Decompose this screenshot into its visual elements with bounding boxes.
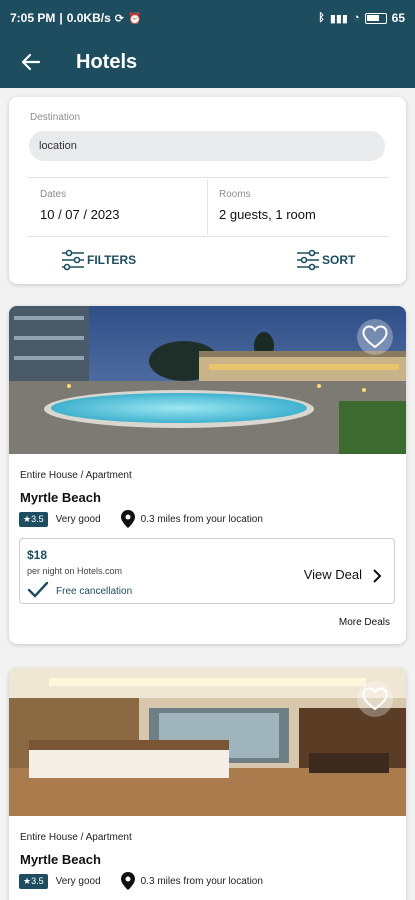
rooms-value: 2 guests, 1 room <box>219 207 316 222</box>
search-card: Destination Dates 10 / 07 / 2023 Rooms 2… <box>9 97 406 284</box>
rating-row: ★3.5 Very good 0.3 miles from your locat… <box>19 510 263 528</box>
destination-label: Destination <box>30 112 81 123</box>
hotel-card[interactable]: Entire House / Apartment Myrtle Beach ★3… <box>9 306 406 644</box>
check-icon <box>27 581 49 598</box>
rating-badge: ★3.5 <box>19 873 48 889</box>
dates-label: Dates <box>40 189 67 200</box>
hotel-name: Myrtle Beach <box>20 852 101 867</box>
divider <box>207 179 208 235</box>
hotel-photo <box>9 306 406 454</box>
hotel-name: Myrtle Beach <box>20 490 101 505</box>
heart-icon <box>362 325 388 349</box>
rating-text: Very good <box>55 875 101 887</box>
sort-button[interactable]: SORT <box>296 249 355 271</box>
rating-badge: ★3.5 <box>19 511 48 527</box>
status-time: 7:05 PM <box>10 11 56 25</box>
deal-box[interactable]: $18 per night on Hotels.com Free cancell… <box>19 538 395 604</box>
price: $18 <box>27 548 48 562</box>
hotel-card[interactable]: Entire House / Apartment Myrtle Beach ★3… <box>9 668 406 900</box>
chevron-right-icon <box>373 569 382 583</box>
heart-icon <box>362 687 388 711</box>
filters-label: FILTERS <box>87 253 137 267</box>
signal-icon: ▮▮▮ <box>329 12 348 25</box>
filters-button[interactable]: FILTERS <box>61 249 136 271</box>
status-bar: 7:05 PM | 0.0KB/s ⟳ ⏰ ᛒ ▮▮▮ ◔ 65 <box>0 0 415 36</box>
rating-text: Very good <box>55 513 101 525</box>
more-deals-link[interactable]: More Deals <box>339 617 390 628</box>
free-cancellation: Free cancellation <box>56 586 133 597</box>
dates-value: 10 / 07 / 2023 <box>40 207 120 222</box>
app-bar: Hotels <box>0 36 415 88</box>
rooms-label: Rooms <box>219 189 251 200</box>
rating-row: ★3.5 Very good 0.3 miles from your locat… <box>19 872 263 890</box>
back-button[interactable] <box>8 39 54 85</box>
view-deal-button[interactable]: View Deal <box>304 567 362 582</box>
price-source: per night on Hotels.com <box>27 566 123 576</box>
sliders-icon <box>62 249 84 271</box>
sliders-icon <box>297 249 319 271</box>
dates-field[interactable]: Dates 10 / 07 / 2023 <box>40 189 120 222</box>
divider <box>27 236 388 237</box>
sync-icon: ⟳ <box>114 12 124 25</box>
bluetooth-icon: ᛒ <box>318 12 325 24</box>
divider <box>27 177 388 178</box>
destination-input[interactable] <box>29 131 385 161</box>
battery-percent: 65 <box>391 11 405 25</box>
arrow-left-icon <box>21 53 41 71</box>
property-type: Entire House / Apartment <box>20 832 132 843</box>
battery-icon <box>364 12 387 24</box>
favorite-button[interactable] <box>357 319 393 355</box>
network-speed: 0.0KB/s <box>66 11 111 25</box>
location-pin-icon <box>120 872 135 890</box>
property-type: Entire House / Apartment <box>20 470 132 481</box>
alarm-icon: ⏰ <box>127 12 142 25</box>
sort-label: SORT <box>322 253 356 267</box>
location-pin-icon <box>120 510 135 528</box>
page-title: Hotels <box>76 50 138 73</box>
distance-text: 0.3 miles from your location <box>140 513 263 525</box>
wifi-icon: ◔ <box>352 12 360 24</box>
rooms-field[interactable]: Rooms 2 guests, 1 room <box>219 189 316 222</box>
hotel-photo <box>9 668 406 816</box>
distance-text: 0.3 miles from your location <box>140 875 263 887</box>
favorite-button[interactable] <box>357 681 393 717</box>
